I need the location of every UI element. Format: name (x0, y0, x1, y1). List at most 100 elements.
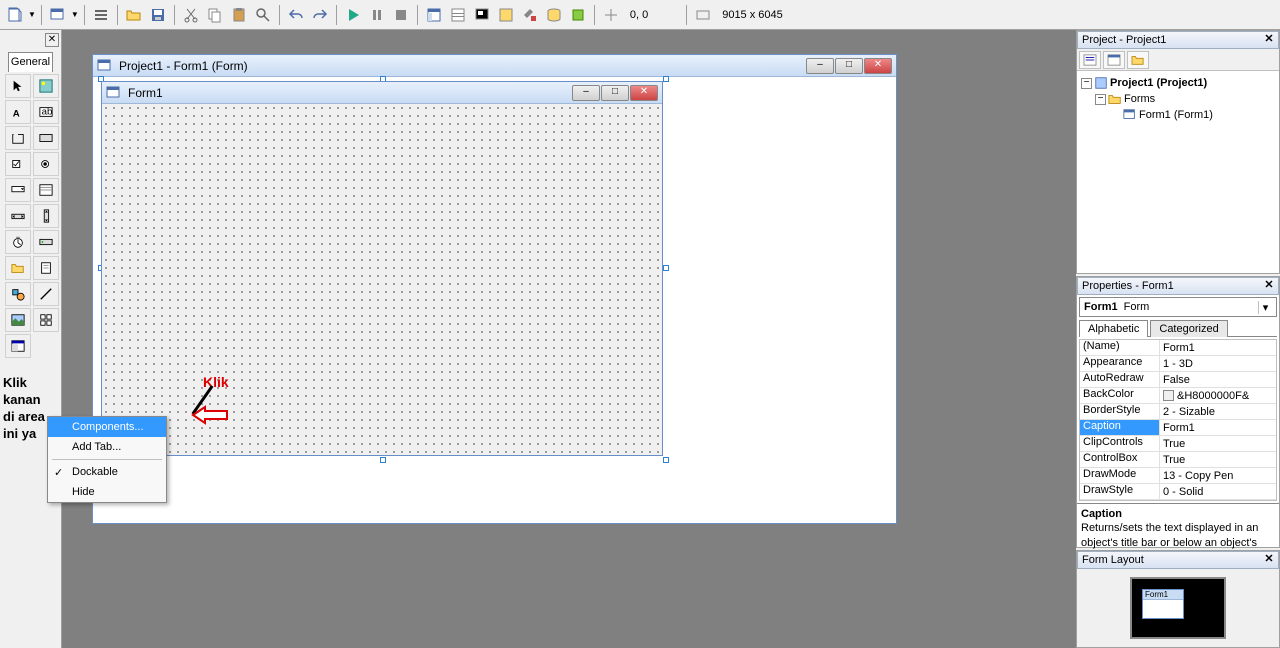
inner-maximize-button[interactable]: □ (601, 85, 629, 101)
properties-row[interactable]: DrawMode13 - Copy Pen (1080, 468, 1276, 484)
project-explorer-button[interactable] (423, 4, 445, 26)
tool-shape[interactable] (5, 282, 31, 306)
paste-button[interactable] (228, 4, 250, 26)
window-maximize-button[interactable]: □ (835, 58, 863, 74)
property-name[interactable]: (Name) (1080, 340, 1160, 355)
save-button[interactable] (147, 4, 169, 26)
context-menu-add-tab[interactable]: Add Tab... (48, 437, 166, 457)
project-root-node[interactable]: Project1 (Project1) (1110, 77, 1207, 89)
form-layout-button[interactable] (471, 4, 493, 26)
properties-panel-close[interactable]: ✕ (1262, 279, 1276, 293)
property-name[interactable]: ClipControls (1080, 436, 1160, 451)
tool-listbox[interactable] (33, 178, 59, 202)
tool-line[interactable] (33, 282, 59, 306)
inner-close-button[interactable]: ✕ (630, 85, 658, 101)
project-tree[interactable]: − Project1 (Project1) − Forms Form1 (For… (1077, 71, 1279, 273)
tool-data[interactable] (33, 308, 59, 332)
inner-minimize-button[interactable]: – (572, 85, 600, 101)
property-name[interactable]: AutoRedraw (1080, 372, 1160, 387)
tool-image[interactable] (5, 308, 31, 332)
property-value[interactable]: 13 - Copy Pen (1160, 468, 1276, 483)
property-name[interactable]: DrawStyle (1080, 484, 1160, 499)
design-form-canvas[interactable] (102, 104, 662, 455)
add-form-button[interactable] (47, 4, 69, 26)
tool-commandbutton[interactable] (33, 126, 59, 150)
property-name[interactable]: Appearance (1080, 356, 1160, 371)
property-name[interactable]: ControlBox (1080, 452, 1160, 467)
properties-row[interactable]: CaptionForm1 (1080, 420, 1276, 436)
tool-picturebox[interactable] (33, 74, 59, 98)
tool-timer[interactable] (5, 230, 31, 254)
property-name[interactable]: BackColor (1080, 388, 1160, 403)
chevron-down-icon[interactable]: ▾ (1258, 301, 1272, 314)
toolbox-tab-general[interactable]: General (8, 52, 53, 72)
cut-button[interactable] (180, 4, 202, 26)
tool-label[interactable]: A (5, 100, 31, 124)
properties-row[interactable]: ControlBoxTrue (1080, 452, 1276, 468)
copy-button[interactable] (204, 4, 226, 26)
property-value[interactable]: 2 - Sizable (1160, 404, 1276, 419)
tool-vscrollbar[interactable] (33, 204, 59, 228)
window-minimize-button[interactable]: – (806, 58, 834, 74)
properties-row[interactable]: ClipControlsTrue (1080, 436, 1276, 452)
property-name[interactable]: DrawMode (1080, 468, 1160, 483)
design-form[interactable]: Form1 – □ ✕ (101, 81, 663, 456)
tool-frame[interactable] (5, 126, 31, 150)
properties-row[interactable]: AutoRedrawFalse (1080, 372, 1276, 388)
project-panel-close[interactable]: ✕ (1262, 33, 1276, 47)
stop-button[interactable] (390, 4, 412, 26)
menu-editor-button[interactable] (90, 4, 112, 26)
redo-button[interactable] (309, 4, 331, 26)
tool-drivelistbox[interactable] (33, 230, 59, 254)
layout-screen[interactable]: Form1 (1130, 577, 1226, 639)
properties-object-selector[interactable]: Form1 Form ▾ (1079, 297, 1277, 317)
tree-expander[interactable]: − (1081, 78, 1092, 89)
component-manager-button[interactable] (567, 4, 589, 26)
props-tab-alphabetic[interactable]: Alphabetic (1079, 320, 1148, 337)
context-menu-components[interactable]: Components... (48, 417, 166, 437)
properties-row[interactable]: BackColor&H8000000F& (1080, 388, 1276, 404)
form-node[interactable]: Form1 (Form1) (1139, 109, 1213, 121)
properties-grid[interactable]: (Name)Form1Appearance1 - 3DAutoRedrawFal… (1079, 339, 1277, 501)
props-tab-categorized[interactable]: Categorized (1150, 320, 1227, 337)
property-name[interactable]: Caption (1080, 420, 1160, 435)
form-layout-header[interactable]: Form Layout ✕ (1077, 551, 1279, 569)
properties-row[interactable]: (Name)Form1 (1080, 340, 1276, 356)
tree-expander[interactable]: − (1095, 94, 1106, 105)
property-value[interactable]: 1 - 3D (1160, 356, 1276, 371)
toggle-folders-button[interactable] (1127, 51, 1149, 69)
window-close-button[interactable]: ✕ (864, 58, 892, 74)
forms-folder-node[interactable]: Forms (1124, 93, 1155, 105)
find-button[interactable] (252, 4, 274, 26)
property-value[interactable]: False (1160, 372, 1276, 387)
form-layout-close[interactable]: ✕ (1262, 553, 1276, 567)
tool-combobox[interactable] (5, 178, 31, 202)
layout-mini-form[interactable]: Form1 (1142, 589, 1184, 619)
tool-ole[interactable] (5, 334, 31, 358)
tool-dirlistbox[interactable] (5, 256, 31, 280)
toolbox-button[interactable] (519, 4, 541, 26)
properties-row[interactable]: Appearance1 - 3D (1080, 356, 1276, 372)
open-button[interactable] (123, 4, 145, 26)
toolbox-close-button[interactable]: ✕ (45, 33, 59, 47)
property-value[interactable]: &H8000000F& (1160, 388, 1276, 403)
context-menu-dockable[interactable]: ✓Dockable (48, 462, 166, 482)
tool-checkbox[interactable] (5, 152, 31, 176)
properties-row[interactable]: DrawStyle0 - Solid (1080, 484, 1276, 500)
start-button[interactable] (342, 4, 364, 26)
property-value[interactable]: True (1160, 436, 1276, 451)
tool-hscrollbar[interactable] (5, 204, 31, 228)
view-code-button[interactable] (1079, 51, 1101, 69)
data-view-button[interactable] (543, 4, 565, 26)
properties-row[interactable]: BorderStyle2 - Sizable (1080, 404, 1276, 420)
form-designer-titlebar[interactable]: Project1 - Form1 (Form) – □ ✕ (93, 55, 896, 77)
tool-optionbutton[interactable] (33, 152, 59, 176)
tool-pointer[interactable] (5, 74, 31, 98)
undo-button[interactable] (285, 4, 307, 26)
property-value[interactable]: Form1 (1160, 340, 1276, 355)
project-panel-header[interactable]: Project - Project1 ✕ (1077, 31, 1279, 49)
properties-window-button[interactable] (447, 4, 469, 26)
property-value[interactable]: 0 - Solid (1160, 484, 1276, 499)
object-browser-button[interactable] (495, 4, 517, 26)
property-name[interactable]: BorderStyle (1080, 404, 1160, 419)
